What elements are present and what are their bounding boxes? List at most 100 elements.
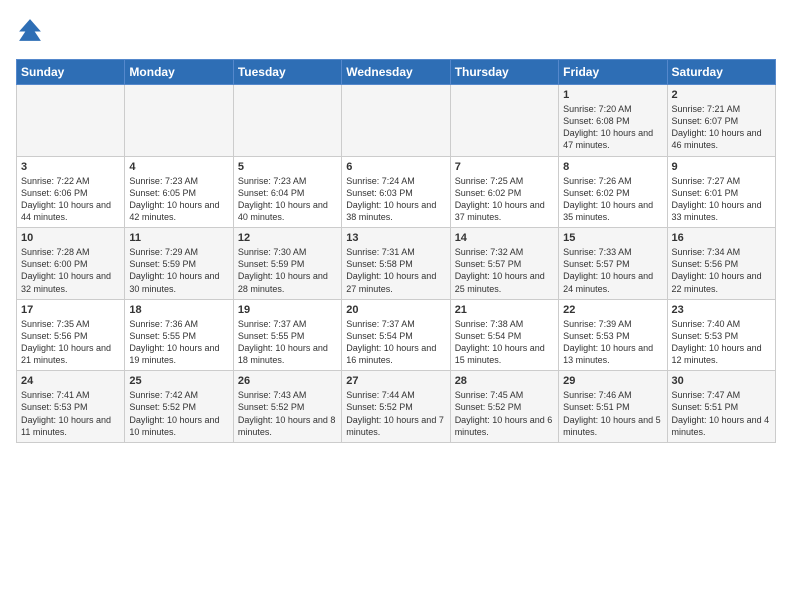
day-info: Sunrise: 7:23 AM Sunset: 6:05 PM Dayligh… xyxy=(129,175,228,224)
calendar-cell: 17Sunrise: 7:35 AM Sunset: 5:56 PM Dayli… xyxy=(17,299,125,371)
day-info: Sunrise: 7:40 AM Sunset: 5:53 PM Dayligh… xyxy=(672,318,771,367)
calendar-week-1: 3 Sunrise: 7:22 AM Sunset: 6:06 PM Daylig… xyxy=(17,156,776,228)
calendar-cell xyxy=(17,85,125,157)
logo-icon xyxy=(16,16,44,44)
calendar-week-4: 24 Sunrise: 7:41 AM Sunset: 5:53 PM Dayli… xyxy=(17,371,776,443)
day-number: 26 xyxy=(238,375,337,387)
calendar-header-sunday: Sunday xyxy=(17,60,125,85)
calendar-cell: 23 Sunrise: 7:40 AM Sunset: 5:53 PM Dayli… xyxy=(667,299,775,371)
calendar-week-2: 10Sunrise: 7:28 AM Sunset: 6:00 PM Dayli… xyxy=(17,228,776,300)
day-info: Sunrise: 7:38 AM Sunset: 5:54 PM Dayligh… xyxy=(455,318,554,367)
day-number: 13 xyxy=(346,232,445,244)
calendar-header-friday: Friday xyxy=(559,60,667,85)
day-number: 15 xyxy=(563,232,662,244)
day-number: 5 xyxy=(238,161,337,173)
calendar-week-0: 1 Sunrise: 7:20 AM Sunset: 6:08 PM Daylig… xyxy=(17,85,776,157)
day-info: Sunrise: 7:22 AM Sunset: 6:06 PM Dayligh… xyxy=(21,175,120,224)
day-number: 18 xyxy=(129,304,228,316)
calendar-cell: 19Sunrise: 7:37 AM Sunset: 5:55 PM Dayli… xyxy=(233,299,341,371)
day-info: Sunrise: 7:32 AM Sunset: 5:57 PM Dayligh… xyxy=(455,246,554,295)
day-number: 28 xyxy=(455,375,554,387)
day-number: 6 xyxy=(346,161,445,173)
calendar-cell xyxy=(233,85,341,157)
calendar-cell: 30 Sunrise: 7:47 AM Sunset: 5:51 PM Dayli… xyxy=(667,371,775,443)
calendar-cell xyxy=(450,85,558,157)
day-info: Sunrise: 7:42 AM Sunset: 5:52 PM Dayligh… xyxy=(129,389,228,438)
day-info: Sunrise: 7:37 AM Sunset: 5:54 PM Dayligh… xyxy=(346,318,445,367)
day-info: Sunrise: 7:43 AM Sunset: 5:52 PM Dayligh… xyxy=(238,389,337,438)
day-info: Sunrise: 7:29 AM Sunset: 5:59 PM Dayligh… xyxy=(129,246,228,295)
calendar-cell: 11 Sunrise: 7:29 AM Sunset: 5:59 PM Dayli… xyxy=(125,228,233,300)
calendar-header-monday: Monday xyxy=(125,60,233,85)
logo xyxy=(16,16,46,49)
calendar-cell: 22Sunrise: 7:39 AM Sunset: 5:53 PM Dayli… xyxy=(559,299,667,371)
day-number: 17 xyxy=(21,304,120,316)
calendar-cell: 3 Sunrise: 7:22 AM Sunset: 6:06 PM Daylig… xyxy=(17,156,125,228)
day-number: 23 xyxy=(672,304,771,316)
day-number: 8 xyxy=(563,161,662,173)
day-info: Sunrise: 7:20 AM Sunset: 6:08 PM Dayligh… xyxy=(563,103,662,152)
day-number: 30 xyxy=(672,375,771,387)
calendar-cell: 10Sunrise: 7:28 AM Sunset: 6:00 PM Dayli… xyxy=(17,228,125,300)
day-number: 3 xyxy=(21,161,120,173)
day-number: 12 xyxy=(238,232,337,244)
calendar-header-tuesday: Tuesday xyxy=(233,60,341,85)
day-number: 25 xyxy=(129,375,228,387)
page: SundayMondayTuesdayWednesdayThursdayFrid… xyxy=(0,0,792,453)
day-number: 14 xyxy=(455,232,554,244)
day-info: Sunrise: 7:27 AM Sunset: 6:01 PM Dayligh… xyxy=(672,175,771,224)
day-number: 2 xyxy=(672,89,771,101)
day-info: Sunrise: 7:33 AM Sunset: 5:57 PM Dayligh… xyxy=(563,246,662,295)
calendar-cell: 16Sunrise: 7:34 AM Sunset: 5:56 PM Dayli… xyxy=(667,228,775,300)
calendar-cell: 27 Sunrise: 7:44 AM Sunset: 5:52 PM Dayli… xyxy=(342,371,450,443)
calendar-cell: 14 Sunrise: 7:32 AM Sunset: 5:57 PM Dayli… xyxy=(450,228,558,300)
calendar-cell: 9 Sunrise: 7:27 AM Sunset: 6:01 PM Daylig… xyxy=(667,156,775,228)
day-info: Sunrise: 7:36 AM Sunset: 5:55 PM Dayligh… xyxy=(129,318,228,367)
calendar-cell: 2 Sunrise: 7:21 AM Sunset: 6:07 PM Daylig… xyxy=(667,85,775,157)
day-number: 11 xyxy=(129,232,228,244)
calendar-cell: 7Sunrise: 7:25 AM Sunset: 6:02 PM Daylig… xyxy=(450,156,558,228)
day-info: Sunrise: 7:41 AM Sunset: 5:53 PM Dayligh… xyxy=(21,389,120,438)
calendar-cell xyxy=(342,85,450,157)
calendar-cell: 1 Sunrise: 7:20 AM Sunset: 6:08 PM Daylig… xyxy=(559,85,667,157)
day-info: Sunrise: 7:46 AM Sunset: 5:51 PM Dayligh… xyxy=(563,389,662,438)
day-info: Sunrise: 7:34 AM Sunset: 5:56 PM Dayligh… xyxy=(672,246,771,295)
calendar-cell: 5 Sunrise: 7:23 AM Sunset: 6:04 PM Daylig… xyxy=(233,156,341,228)
calendar-cell: 4 Sunrise: 7:23 AM Sunset: 6:05 PM Daylig… xyxy=(125,156,233,228)
calendar-cell: 12 Sunrise: 7:30 AM Sunset: 5:59 PM Dayli… xyxy=(233,228,341,300)
calendar-cell: 24 Sunrise: 7:41 AM Sunset: 5:53 PM Dayli… xyxy=(17,371,125,443)
day-info: Sunrise: 7:23 AM Sunset: 6:04 PM Dayligh… xyxy=(238,175,337,224)
calendar-cell: 8 Sunrise: 7:26 AM Sunset: 6:02 PM Daylig… xyxy=(559,156,667,228)
day-number: 4 xyxy=(129,161,228,173)
calendar-cell: 6 Sunrise: 7:24 AM Sunset: 6:03 PM Daylig… xyxy=(342,156,450,228)
day-info: Sunrise: 7:26 AM Sunset: 6:02 PM Dayligh… xyxy=(563,175,662,224)
day-number: 1 xyxy=(563,89,662,101)
day-info: Sunrise: 7:37 AM Sunset: 5:55 PM Dayligh… xyxy=(238,318,337,367)
day-info: Sunrise: 7:45 AM Sunset: 5:52 PM Dayligh… xyxy=(455,389,554,438)
calendar-header-wednesday: Wednesday xyxy=(342,60,450,85)
calendar-cell: 21Sunrise: 7:38 AM Sunset: 5:54 PM Dayli… xyxy=(450,299,558,371)
day-info: Sunrise: 7:30 AM Sunset: 5:59 PM Dayligh… xyxy=(238,246,337,295)
day-number: 9 xyxy=(672,161,771,173)
calendar-header-thursday: Thursday xyxy=(450,60,558,85)
calendar-cell: 28 Sunrise: 7:45 AM Sunset: 5:52 PM Dayli… xyxy=(450,371,558,443)
calendar-cell: 13Sunrise: 7:31 AM Sunset: 5:58 PM Dayli… xyxy=(342,228,450,300)
day-number: 29 xyxy=(563,375,662,387)
day-number: 24 xyxy=(21,375,120,387)
day-info: Sunrise: 7:21 AM Sunset: 6:07 PM Dayligh… xyxy=(672,103,771,152)
calendar-cell: 29 Sunrise: 7:46 AM Sunset: 5:51 PM Dayli… xyxy=(559,371,667,443)
day-info: Sunrise: 7:47 AM Sunset: 5:51 PM Dayligh… xyxy=(672,389,771,438)
calendar-header-saturday: Saturday xyxy=(667,60,775,85)
calendar-cell: 20Sunrise: 7:37 AM Sunset: 5:54 PM Dayli… xyxy=(342,299,450,371)
day-info: Sunrise: 7:25 AM Sunset: 6:02 PM Dayligh… xyxy=(455,175,554,224)
calendar-cell: 15 Sunrise: 7:33 AM Sunset: 5:57 PM Dayli… xyxy=(559,228,667,300)
day-number: 22 xyxy=(563,304,662,316)
calendar-cell: 18 Sunrise: 7:36 AM Sunset: 5:55 PM Dayli… xyxy=(125,299,233,371)
day-info: Sunrise: 7:28 AM Sunset: 6:00 PM Dayligh… xyxy=(21,246,120,295)
calendar-header-row: SundayMondayTuesdayWednesdayThursdayFrid… xyxy=(17,60,776,85)
day-info: Sunrise: 7:24 AM Sunset: 6:03 PM Dayligh… xyxy=(346,175,445,224)
day-info: Sunrise: 7:44 AM Sunset: 5:52 PM Dayligh… xyxy=(346,389,445,438)
calendar-cell xyxy=(125,85,233,157)
day-number: 27 xyxy=(346,375,445,387)
calendar-cell: 26 Sunrise: 7:43 AM Sunset: 5:52 PM Dayli… xyxy=(233,371,341,443)
